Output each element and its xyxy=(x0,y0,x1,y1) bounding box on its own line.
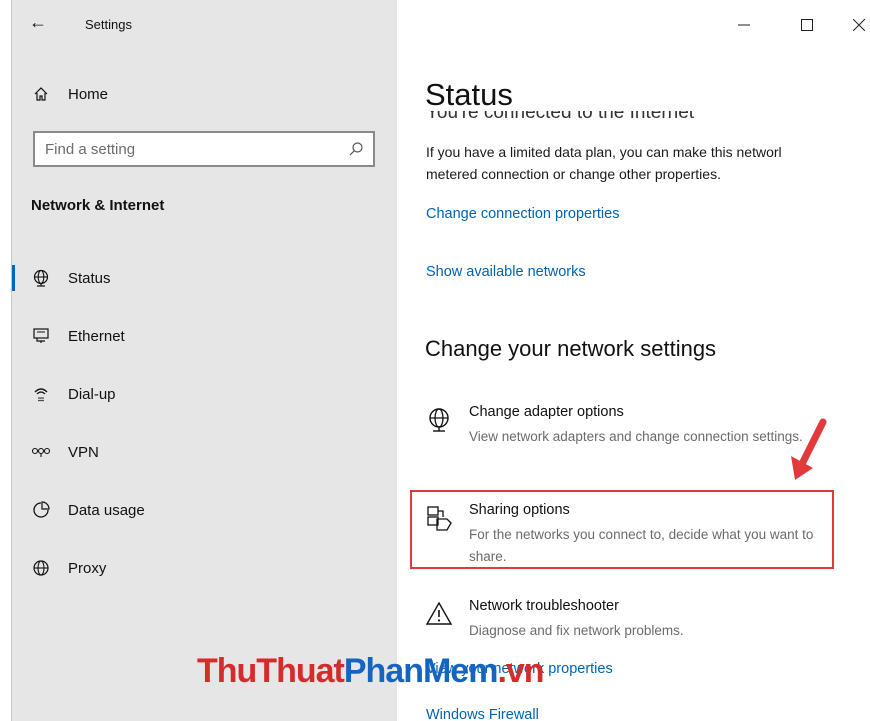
data-usage-icon xyxy=(31,500,51,520)
search-icon xyxy=(349,142,363,156)
globe-status-icon xyxy=(31,268,51,288)
option-title: Change adapter options xyxy=(469,404,624,420)
option-change-adapter[interactable]: Change adapter options View network adap… xyxy=(425,404,845,474)
connection-status-heading: You're connected to the Internet xyxy=(426,111,695,123)
maximize-icon xyxy=(801,19,813,31)
maximize-button[interactable] xyxy=(792,12,822,38)
search-placeholder: Find a setting xyxy=(45,141,136,158)
sidebar: ← Settings Home Find a setting Network &… xyxy=(12,0,397,721)
sidebar-home-label: Home xyxy=(68,85,109,103)
sidebar-item-label: Data usage xyxy=(68,501,145,519)
warning-icon xyxy=(425,601,453,625)
option-network-troubleshooter[interactable]: Network troubleshooter Diagnose and fix … xyxy=(425,598,845,648)
sidebar-item-label: Ethernet xyxy=(68,327,125,345)
sidebar-item-label: Proxy xyxy=(68,559,107,577)
option-description: Diagnose and fix network problems. xyxy=(469,623,684,638)
globe-icon xyxy=(31,558,51,578)
change-connection-properties-link[interactable]: Change connection properties xyxy=(426,206,619,222)
sidebar-item-proxy[interactable]: Proxy xyxy=(12,548,397,588)
option-sharing[interactable]: Sharing options For the networks you con… xyxy=(425,502,845,572)
sidebar-item-vpn[interactable]: VPN xyxy=(12,432,397,472)
windows-firewall-link[interactable]: Windows Firewall xyxy=(426,707,539,721)
search-input[interactable]: Find a setting xyxy=(33,131,375,167)
adapter-globe-icon xyxy=(429,408,449,432)
sidebar-item-status[interactable]: Status xyxy=(12,258,397,298)
close-icon xyxy=(853,19,865,31)
selected-indicator xyxy=(12,265,15,291)
sidebar-item-home[interactable]: Home xyxy=(12,74,397,114)
paragraph-line: metered connection or change other prope… xyxy=(426,166,721,182)
sharing-icon xyxy=(427,506,452,531)
watermark-part: .vn xyxy=(497,652,544,690)
option-description: View network adapters and change connect… xyxy=(469,429,803,444)
home-icon xyxy=(31,84,51,104)
sidebar-item-ethernet[interactable]: Ethernet xyxy=(12,316,397,356)
ethernet-icon xyxy=(31,326,51,346)
data-plan-paragraph: If you have a limited data plan, you can… xyxy=(426,141,846,185)
minimize-button[interactable] xyxy=(729,12,759,38)
watermark-part: ThuThuat xyxy=(197,652,345,690)
back-arrow-icon[interactable]: ← xyxy=(29,12,47,32)
option-title: Network troubleshooter xyxy=(469,598,619,614)
close-button[interactable] xyxy=(844,12,870,38)
settings-heading: Change your network settings xyxy=(425,336,717,361)
watermark-part: PhanMem xyxy=(343,652,499,690)
paragraph-line: If you have a limited data plan, you can… xyxy=(426,144,782,160)
dialup-icon xyxy=(31,384,51,404)
sidebar-item-dialup[interactable]: Dial-up xyxy=(12,374,397,414)
settings-window: ← Settings Home Find a setting Network &… xyxy=(11,0,870,721)
sidebar-item-data-usage[interactable]: Data usage xyxy=(12,490,397,530)
sidebar-item-label: VPN xyxy=(68,443,99,461)
sidebar-item-label: Dial-up xyxy=(68,385,116,403)
page-title: Status xyxy=(425,77,513,112)
option-title: Sharing options xyxy=(469,502,570,518)
app-title: Settings xyxy=(85,17,132,32)
vpn-icon xyxy=(31,442,51,462)
main-content: Status You're connected to the Internet … xyxy=(397,0,870,721)
show-available-networks-link[interactable]: Show available networks xyxy=(426,264,586,280)
red-arrow-icon xyxy=(791,418,827,480)
option-description: For the networks you connect to, decide … xyxy=(469,527,814,564)
sidebar-item-label: Status xyxy=(68,269,111,287)
section-header: Network & Internet xyxy=(31,197,165,214)
minimize-icon xyxy=(738,24,750,26)
watermark-logo: ThuThuatPhanMem.vn xyxy=(197,652,545,691)
